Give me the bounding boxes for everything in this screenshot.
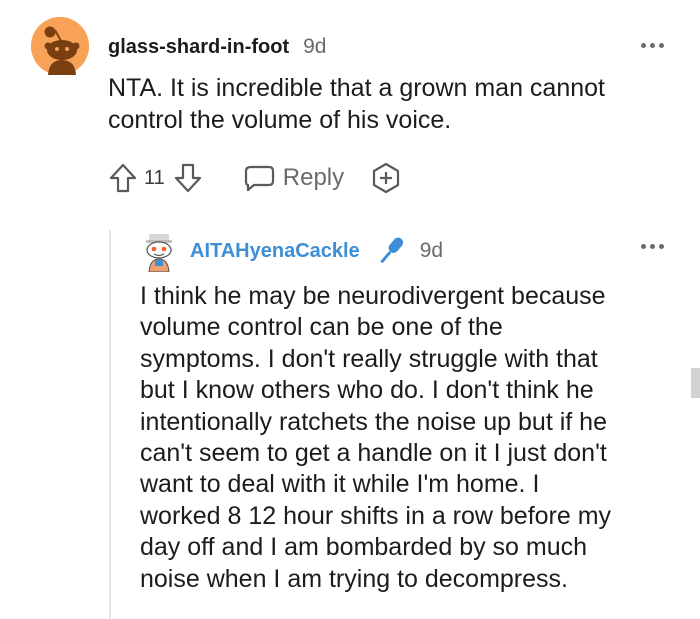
reply-body-line: symptoms. I don't really struggle with t… [140,344,598,373]
comment-age: 9d [303,35,327,58]
comment-age: 9d [419,239,444,262]
reply-body-line: day off and I am bombarded by so much [140,533,588,562]
comment-actions: 11 Reply [108,160,402,196]
username[interactable]: AITAHyenaCackle [190,240,360,263]
award-plus-icon[interactable] [370,162,402,194]
scrollbar-thumb[interactable] [691,368,700,398]
avatar[interactable] [140,232,178,272]
more-options-icon[interactable] [641,241,664,251]
reply-body-line: worked 8 12 hour shifts in a row before … [140,501,612,530]
reply-body: I think he may be neurodivergent because… [140,281,685,595]
username[interactable]: glass-shard-in-foot [108,36,289,59]
reply-meta: AITAHyenaCackle 9d [190,237,443,265]
avatar[interactable] [31,17,89,75]
vote-score: 11 [144,166,165,189]
comment-meta: glass-shard-in-foot 9d [108,33,326,61]
more-options-icon[interactable] [641,40,664,50]
reply-body-line: intentionally ratchets the noise up but … [140,407,607,436]
comment-thread: glass-shard-in-foot 9d NTA. It is incred… [0,0,700,619]
thread-line[interactable] [109,230,111,619]
downvote-icon[interactable] [173,162,203,194]
reply-label: Reply [282,164,345,191]
reply-body-line: but I know others who do. I don't think … [140,376,594,405]
upvote-icon[interactable] [108,162,138,194]
reply-body-line: I think he may be neurodivergent because [140,282,606,310]
reply-body-line: can't seem to get a handle on it I just … [140,439,607,468]
comment-body: NTA. It is incredible that a grown man c… [108,74,605,134]
microphone-icon [380,237,403,263]
snoo-avatar-icon [31,17,89,75]
reply-body-line: want to deal with it while I'm home. I [140,470,540,499]
reply-body-line: volume control can be one of the [140,313,503,342]
reply-button[interactable]: Reply [243,163,344,193]
reply-body-line: noise when I am trying to decompress. [140,564,568,593]
reply-bubble-icon [244,165,274,192]
